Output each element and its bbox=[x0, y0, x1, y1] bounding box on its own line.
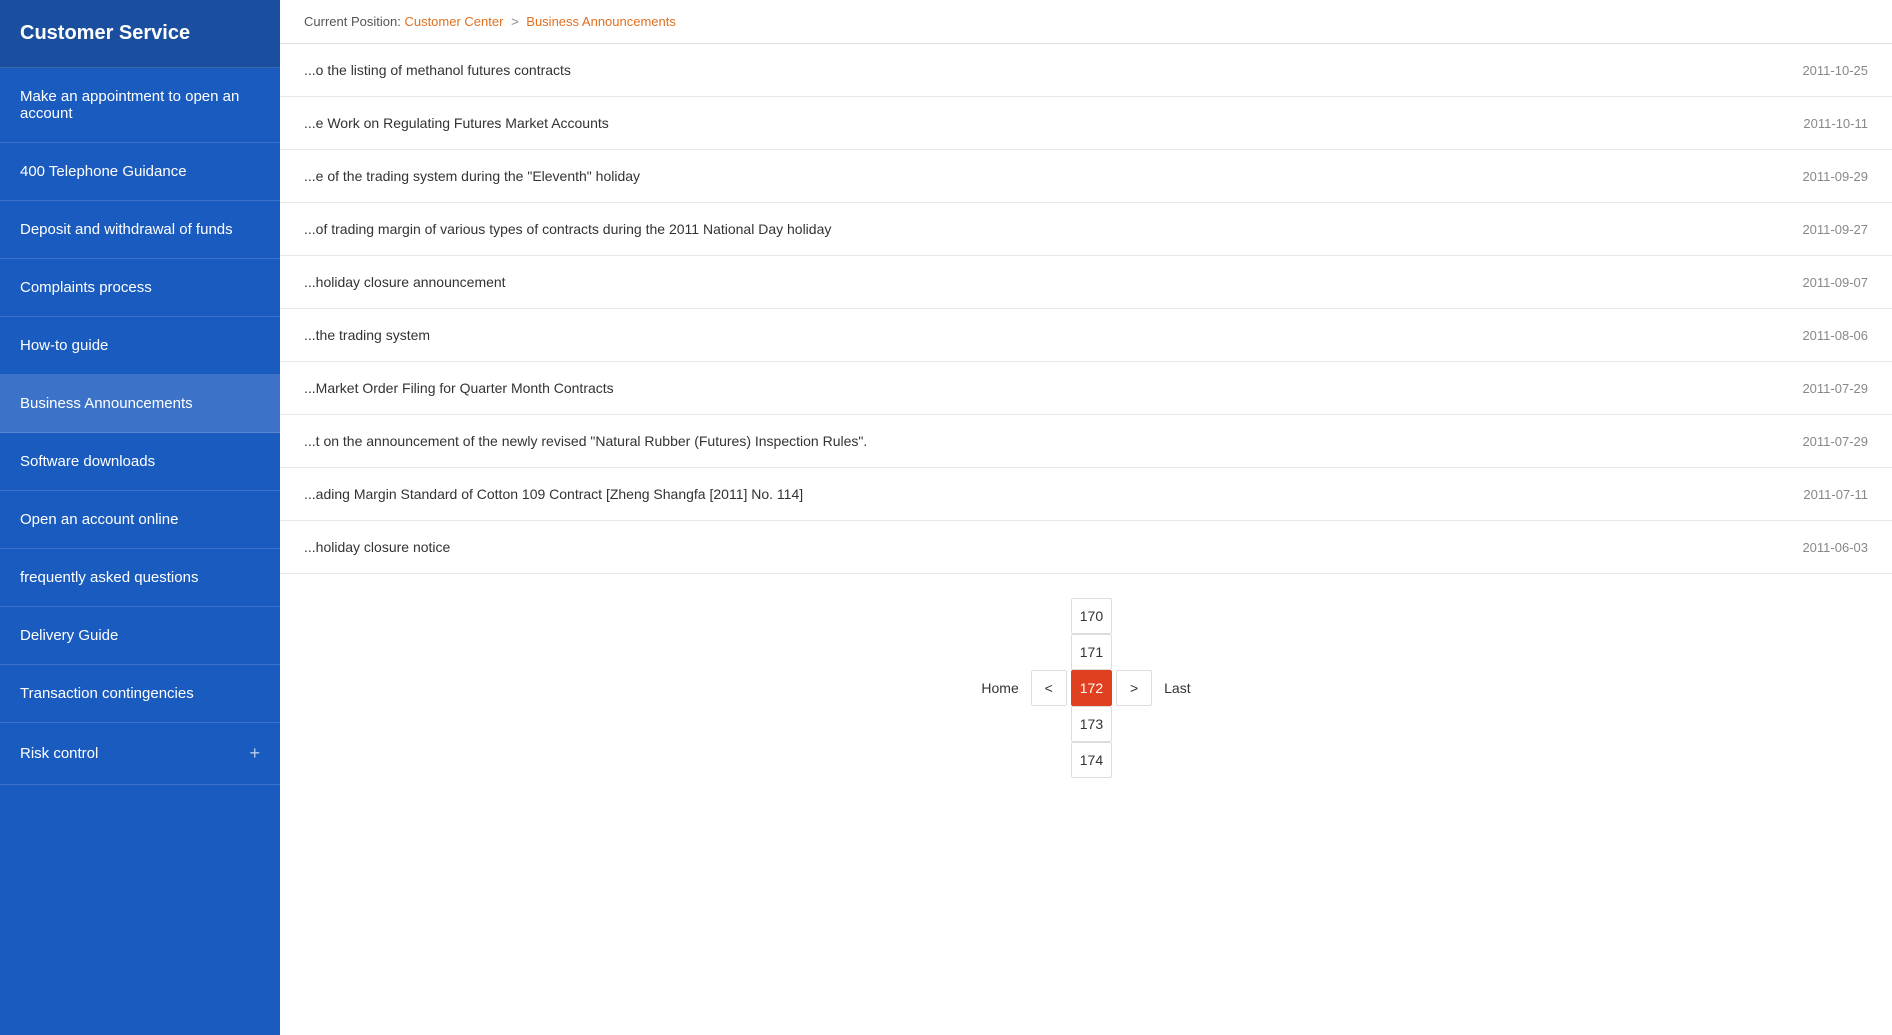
article-date-9: 2011-06-03 bbox=[1802, 540, 1868, 555]
article-title-9: ...holiday closure notice bbox=[304, 539, 1782, 555]
sidebar-item-label-business-announcements: Business Announcements bbox=[20, 395, 193, 412]
sidebar-item-software-downloads[interactable]: Software downloads bbox=[0, 433, 280, 491]
article-date-2: 2011-09-29 bbox=[1802, 169, 1868, 184]
article-title-8: ...ading Margin Standard of Cotton 109 C… bbox=[304, 486, 1783, 502]
sidebar: Customer Service Make an appointment to … bbox=[0, 0, 280, 1035]
article-row-5[interactable]: ...the trading system 2011-08-06 bbox=[280, 309, 1892, 362]
sidebar-item-label-faq: frequently asked questions bbox=[20, 569, 198, 586]
page-btn-173[interactable]: 173 bbox=[1071, 706, 1112, 742]
article-date-0: 2011-10-25 bbox=[1802, 63, 1868, 78]
article-title-0: ...o the listing of methanol futures con… bbox=[304, 62, 1782, 78]
pagination-home[interactable]: Home bbox=[973, 670, 1026, 706]
sidebar-item-label-software-downloads: Software downloads bbox=[20, 453, 155, 470]
article-title-4: ...holiday closure announcement bbox=[304, 274, 1782, 290]
page-btn-172[interactable]: 172 bbox=[1071, 670, 1112, 706]
page-buttons: 170171172173174 bbox=[1071, 598, 1112, 778]
pagination-next[interactable]: > bbox=[1116, 670, 1152, 706]
breadcrumb-current[interactable]: Business Announcements bbox=[526, 14, 676, 29]
breadcrumb-home[interactable]: Customer Center bbox=[404, 14, 503, 29]
article-date-5: 2011-08-06 bbox=[1802, 328, 1868, 343]
sidebar-item-complaints-process[interactable]: Complaints process bbox=[0, 259, 280, 317]
pagination-last[interactable]: Last bbox=[1156, 670, 1198, 706]
article-date-6: 2011-07-29 bbox=[1802, 381, 1868, 396]
breadcrumb-prefix: Current Position: bbox=[304, 14, 401, 29]
page-btn-171[interactable]: 171 bbox=[1071, 634, 1112, 670]
article-row-0[interactable]: ...o the listing of methanol futures con… bbox=[280, 44, 1892, 97]
sidebar-item-open-account-online[interactable]: Open an account online bbox=[0, 491, 280, 549]
article-row-7[interactable]: ...t on the announcement of the newly re… bbox=[280, 415, 1892, 468]
main-content: Current Position: Customer Center > Busi… bbox=[280, 0, 1892, 1035]
article-title-6: ...Market Order Filing for Quarter Month… bbox=[304, 380, 1782, 396]
article-date-4: 2011-09-07 bbox=[1802, 275, 1868, 290]
sidebar-item-label-make-appointment: Make an appointment to open an account bbox=[20, 88, 260, 122]
article-row-6[interactable]: ...Market Order Filing for Quarter Month… bbox=[280, 362, 1892, 415]
sidebar-header: Customer Service bbox=[0, 0, 280, 68]
article-date-7: 2011-07-29 bbox=[1802, 434, 1868, 449]
sidebar-item-faq[interactable]: frequently asked questions bbox=[0, 549, 280, 607]
article-row-2[interactable]: ...e of the trading system during the "E… bbox=[280, 150, 1892, 203]
sidebar-item-business-announcements[interactable]: Business Announcements bbox=[0, 375, 280, 433]
breadcrumb: Current Position: Customer Center > Busi… bbox=[280, 0, 1892, 44]
article-title-2: ...e of the trading system during the "E… bbox=[304, 168, 1782, 184]
sidebar-item-label-400-telephone: 400 Telephone Guidance bbox=[20, 163, 187, 180]
sidebar-item-delivery-guide[interactable]: Delivery Guide bbox=[0, 607, 280, 665]
article-title-5: ...the trading system bbox=[304, 327, 1782, 343]
sidebar-item-label-how-to-guide: How-to guide bbox=[20, 337, 108, 354]
plus-icon-risk-control: + bbox=[249, 743, 260, 764]
sidebar-item-label-open-account-online: Open an account online bbox=[20, 511, 178, 528]
sidebar-item-how-to-guide[interactable]: How-to guide bbox=[0, 317, 280, 375]
sidebar-item-400-telephone[interactable]: 400 Telephone Guidance bbox=[0, 143, 280, 201]
sidebar-item-label-delivery-guide: Delivery Guide bbox=[20, 627, 118, 644]
pagination: Home < 170171172173174 > Last bbox=[280, 574, 1892, 802]
article-row-9[interactable]: ...holiday closure notice 2011-06-03 bbox=[280, 521, 1892, 574]
sidebar-item-label-risk-control: Risk control bbox=[20, 745, 98, 762]
pagination-prev[interactable]: < bbox=[1031, 670, 1067, 706]
articles-container: ...o the listing of methanol futures con… bbox=[280, 44, 1892, 574]
sidebar-item-transaction-contingencies[interactable]: Transaction contingencies bbox=[0, 665, 280, 723]
page-btn-174[interactable]: 174 bbox=[1071, 742, 1112, 778]
article-row-3[interactable]: ...of trading margin of various types of… bbox=[280, 203, 1892, 256]
sidebar-items: Make an appointment to open an account 40… bbox=[0, 68, 280, 785]
sidebar-item-label-deposit-withdrawal: Deposit and withdrawal of funds bbox=[20, 221, 233, 238]
sidebar-item-label-complaints-process: Complaints process bbox=[20, 279, 152, 296]
article-date-1: 2011-10-11 bbox=[1803, 116, 1868, 131]
article-list: ...o the listing of methanol futures con… bbox=[280, 44, 1892, 1035]
sidebar-item-label-transaction-contingencies: Transaction contingencies bbox=[20, 685, 194, 702]
article-row-4[interactable]: ...holiday closure announcement 2011-09-0… bbox=[280, 256, 1892, 309]
sidebar-item-make-appointment[interactable]: Make an appointment to open an account bbox=[0, 68, 280, 143]
page-btn-170[interactable]: 170 bbox=[1071, 598, 1112, 634]
article-date-3: 2011-09-27 bbox=[1802, 222, 1868, 237]
article-title-1: ...e Work on Regulating Futures Market A… bbox=[304, 115, 1783, 131]
article-row-1[interactable]: ...e Work on Regulating Futures Market A… bbox=[280, 97, 1892, 150]
sidebar-item-deposit-withdrawal[interactable]: Deposit and withdrawal of funds bbox=[0, 201, 280, 259]
article-row-8[interactable]: ...ading Margin Standard of Cotton 109 C… bbox=[280, 468, 1892, 521]
article-title-7: ...t on the announcement of the newly re… bbox=[304, 433, 1782, 449]
breadcrumb-separator: > bbox=[511, 14, 519, 29]
article-date-8: 2011-07-11 bbox=[1803, 487, 1868, 502]
article-title-3: ...of trading margin of various types of… bbox=[304, 221, 1782, 237]
sidebar-item-risk-control[interactable]: Risk control + bbox=[0, 723, 280, 785]
